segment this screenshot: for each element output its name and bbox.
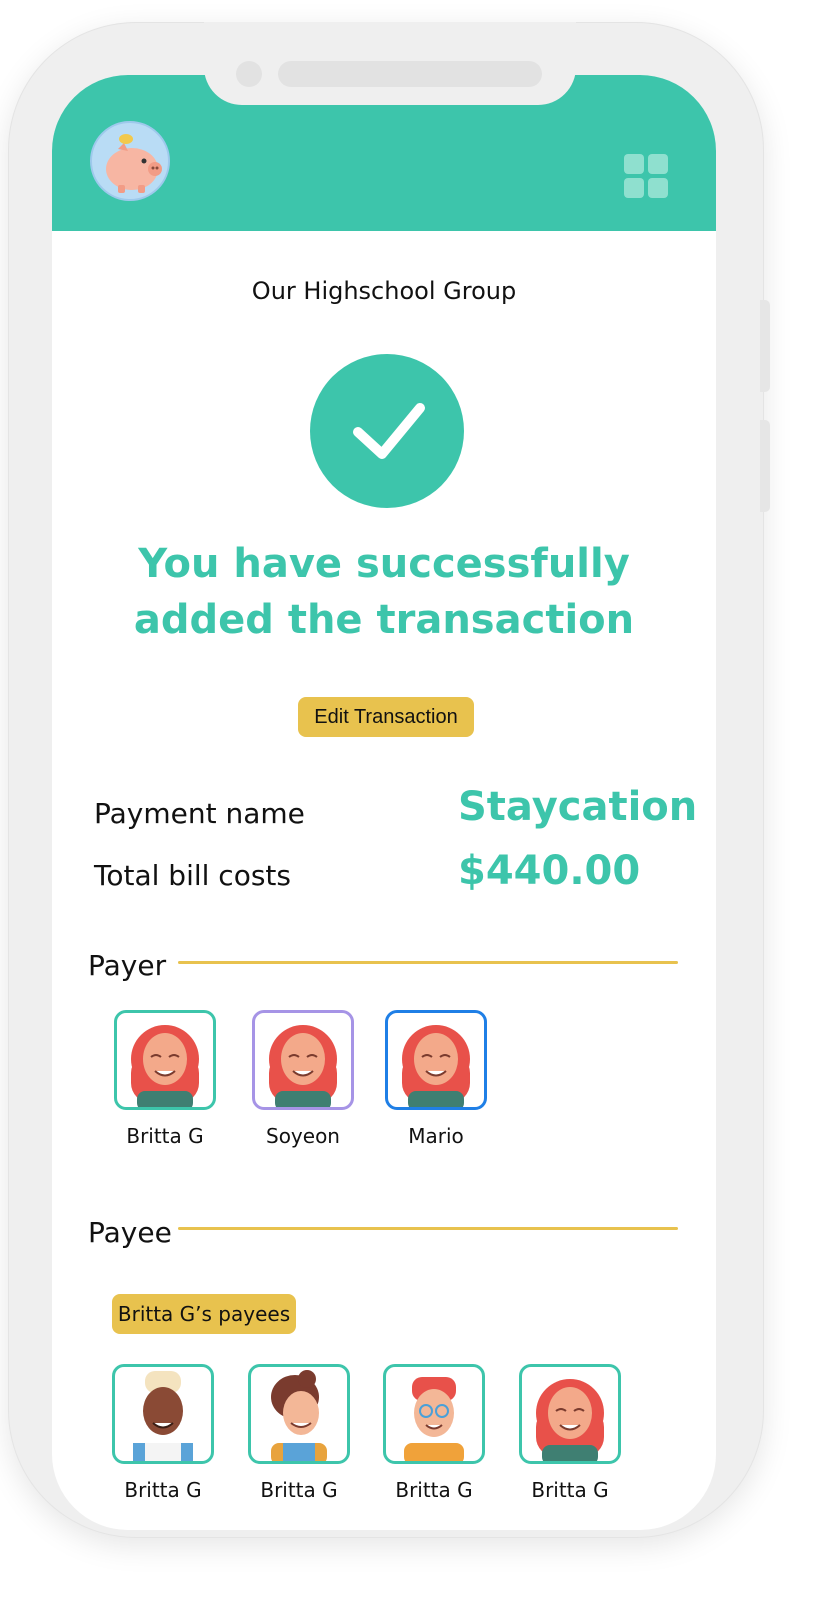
payee-name: Britta G: [531, 1478, 609, 1502]
group-title: Our Highschool Group: [251, 277, 517, 305]
payer-name: Mario: [408, 1124, 464, 1148]
payee-divider: [178, 1227, 678, 1230]
payee-avatar[interactable]: Britta G: [519, 1364, 621, 1502]
payee-avatar[interactable]: Britta G: [248, 1364, 350, 1502]
payment-name-label: Payment name: [94, 797, 305, 830]
avatar[interactable]: [248, 1364, 350, 1464]
payee-avatar[interactable]: Britta G: [112, 1364, 214, 1502]
piggy-bank-icon[interactable]: [90, 121, 170, 201]
payee-name: Britta G: [260, 1478, 338, 1502]
success-line-1: You have successfully: [138, 541, 630, 587]
avatar[interactable]: [114, 1010, 216, 1110]
avatar[interactable]: [519, 1364, 621, 1464]
grid-menu-icon[interactable]: [624, 154, 670, 200]
payee-name: Britta G: [124, 1478, 202, 1502]
camera-icon: [236, 61, 262, 87]
avatar[interactable]: [112, 1364, 214, 1464]
payer-section-title: Payer: [88, 949, 167, 982]
app-screen: Our Highschool Group You have successful…: [52, 75, 716, 1530]
side-button: [760, 420, 770, 512]
success-message: You have successfully added the transact…: [52, 536, 716, 648]
payer-divider: [178, 961, 678, 964]
payer-avatar[interactable]: Soyeon: [252, 1010, 354, 1148]
side-button: [760, 300, 770, 392]
payee-name: Britta G: [395, 1478, 473, 1502]
success-line-2: added the transaction: [133, 597, 635, 643]
avatar[interactable]: [383, 1364, 485, 1464]
total-bill-label: Total bill costs: [94, 859, 291, 892]
speaker-grill: [278, 61, 542, 87]
payer-avatar[interactable]: Britta G: [114, 1010, 216, 1148]
payer-avatar[interactable]: Mario: [385, 1010, 487, 1148]
payee-avatar[interactable]: Britta G: [383, 1364, 485, 1502]
edit-transaction-button[interactable]: Edit Transaction: [298, 697, 474, 737]
avatar[interactable]: [385, 1010, 487, 1110]
avatar[interactable]: [252, 1010, 354, 1110]
payment-name-value: Staycation: [458, 784, 698, 830]
payer-name: Britta G: [126, 1124, 204, 1148]
payer-name: Soyeon: [266, 1124, 340, 1148]
payee-section-title: Payee: [88, 1216, 172, 1249]
payees-tag: Britta G’s payees: [112, 1294, 296, 1334]
checkmark-icon: [310, 354, 464, 508]
total-bill-value: $440.00: [458, 848, 641, 894]
